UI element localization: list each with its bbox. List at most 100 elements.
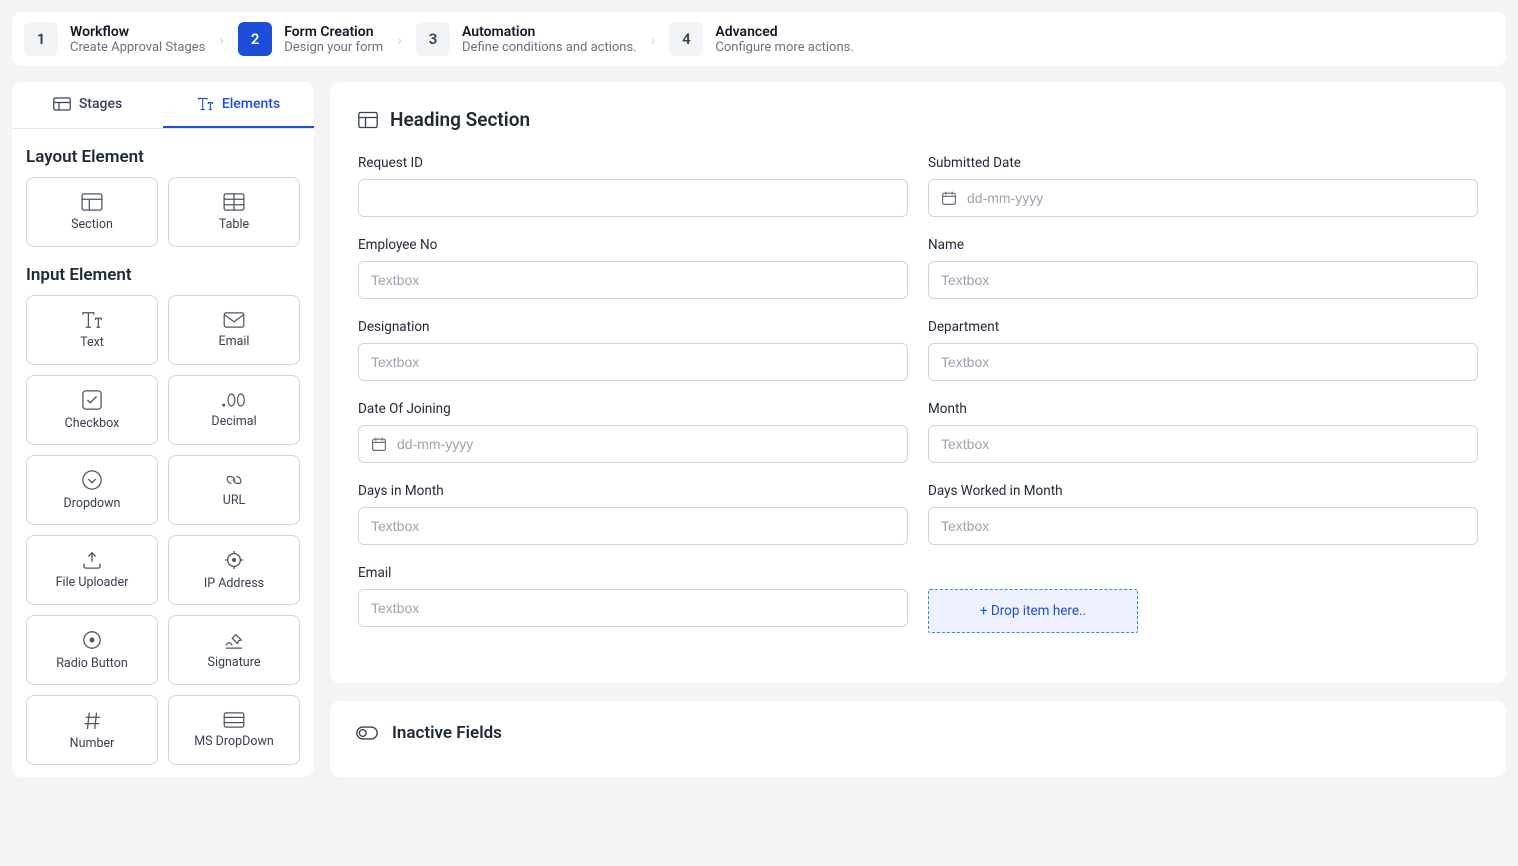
input-doj[interactable] [397,436,895,452]
field-designation[interactable]: Designation [358,319,908,381]
step-advanced[interactable]: 4 Advanced Configure more actions. [669,22,853,56]
step-title-3: Automation [462,24,637,40]
email-icon [223,312,245,328]
signature-icon [223,631,245,649]
field-month[interactable]: Month [928,401,1478,463]
element-text-label: Text [80,335,104,350]
element-number[interactable]: Number [26,695,158,765]
element-ip-address[interactable]: IP Address [168,535,300,605]
element-radio-button[interactable]: Radio Button [26,615,158,685]
section-title: Heading Section [390,108,530,131]
stages-icon [53,97,71,111]
element-checkbox[interactable]: Checkbox [26,375,158,445]
inactive-fields-panel[interactable]: Inactive Fields [330,701,1506,777]
chevron-right-icon: › [387,30,412,49]
input-submitted-date[interactable] [967,190,1465,206]
inactive-fields-title: Inactive Fields [392,723,502,743]
crosshair-icon [224,550,244,570]
input-employee-no[interactable] [371,272,895,288]
element-signature[interactable]: Signature [168,615,300,685]
chevron-right-icon: › [209,30,234,49]
dropzone-label: + Drop item here.. [980,603,1086,619]
element-table-label: Table [219,217,249,232]
step-title-2: Form Creation [284,24,383,40]
input-name[interactable] [941,272,1465,288]
field-days-worked[interactable]: Days Worked in Month [928,483,1478,545]
input-department[interactable] [941,354,1465,370]
element-ms-dropdown[interactable]: MS DropDown [168,695,300,765]
label-doj: Date Of Joining [358,401,908,417]
label-days-month: Days in Month [358,483,908,499]
field-days-in-month[interactable]: Days in Month [358,483,908,545]
label-name: Name [928,237,1478,253]
multiselect-icon [223,712,245,728]
input-month[interactable] [941,436,1465,452]
element-section[interactable]: Section [26,177,158,247]
url-icon [223,473,245,487]
step-badge-3: 3 [416,22,450,56]
element-email[interactable]: Email [168,295,300,365]
input-days-month[interactable] [371,518,895,534]
tab-stages-label: Stages [79,96,122,112]
label-days-worked: Days Worked in Month [928,483,1478,499]
tab-elements[interactable]: Elements [163,82,314,128]
element-number-label: Number [70,736,115,751]
element-file-uploader[interactable]: File Uploader [26,535,158,605]
field-department[interactable]: Department [928,319,1478,381]
label-designation: Designation [358,319,908,335]
label-department: Department [928,319,1478,335]
elements-sidebar: Stages Elements Layout Element Section [12,82,314,777]
hash-icon [82,710,102,730]
element-decimal[interactable]: Decimal [168,375,300,445]
label-employee-no: Employee No [358,237,908,253]
step-automation[interactable]: 3 Automation Define conditions and actio… [416,22,637,56]
element-dropdown[interactable]: Dropdown [26,455,158,525]
element-email-label: Email [219,334,250,349]
label-email: Email [358,565,908,581]
element-text[interactable]: Text [26,295,158,365]
field-employee-no[interactable]: Employee No [358,237,908,299]
step-form-creation[interactable]: 2 Form Creation Design your form [238,22,383,56]
field-email[interactable]: Email [358,565,908,633]
tab-elements-label: Elements [222,96,280,112]
step-workflow[interactable]: 1 Workflow Create Approval Stages [24,22,205,56]
step-sub-2: Design your form [284,40,383,55]
input-email[interactable] [371,600,895,616]
element-url-label: URL [223,493,246,508]
step-sub-3: Define conditions and actions. [462,40,637,55]
field-date-of-joining[interactable]: Date Of Joining [358,401,908,463]
step-title-4: Advanced [715,24,853,40]
layout-group-title: Layout Element [12,129,314,177]
step-sub-1: Create Approval Stages [70,40,205,55]
decimal-icon [222,392,246,408]
section-icon [81,193,103,211]
element-table[interactable]: Table [168,177,300,247]
text-type-icon [197,97,214,111]
element-checkbox-label: Checkbox [65,416,120,431]
element-file-label: File Uploader [56,575,129,590]
drop-item-zone[interactable]: + Drop item here.. [928,589,1138,633]
field-submitted-date[interactable]: Submitted Date [928,155,1478,217]
element-ip-label: IP Address [204,576,264,591]
field-name[interactable]: Name [928,237,1478,299]
input-group-title: Input Element [12,247,314,295]
table-icon [223,193,245,211]
calendar-icon [941,190,957,206]
section-layout-icon [358,111,378,129]
input-designation[interactable] [371,354,895,370]
tab-stages[interactable]: Stages [12,82,163,128]
step-sub-4: Configure more actions. [715,40,853,55]
text-icon [81,311,103,329]
element-signature-label: Signature [208,655,261,670]
element-url[interactable]: URL [168,455,300,525]
field-request-id[interactable]: Request ID [358,155,908,217]
chevron-right-icon: › [641,30,666,49]
upload-icon [81,551,103,569]
calendar-icon [371,436,387,452]
dropzone-wrapper: + Drop item here.. [928,565,1478,633]
element-msdd-label: MS DropDown [194,734,274,749]
dropdown-icon [82,470,102,490]
input-request-id[interactable] [371,190,895,206]
label-request-id: Request ID [358,155,908,171]
input-days-worked[interactable] [941,518,1465,534]
